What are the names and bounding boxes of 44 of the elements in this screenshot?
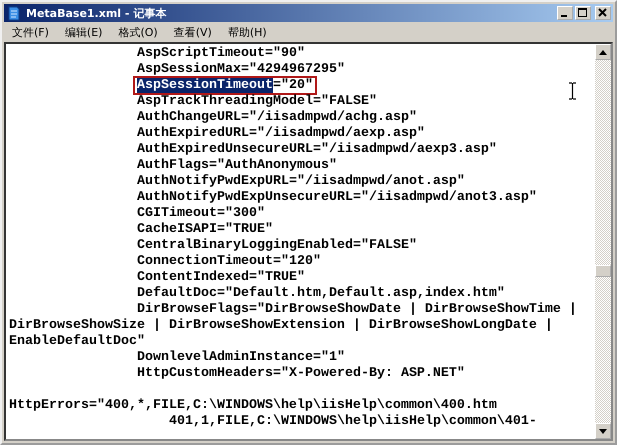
maximize-icon	[578, 8, 588, 18]
code-line: DirBrowseShowSize | DirBrowseShowExtension | DirBrowseShowLongDate |	[9, 318, 553, 333]
code-line: CGITimeout="300"	[137, 206, 265, 221]
code-line: AuthNotifyPwdExpURL="/iisadmpwd/anot.asp"	[137, 174, 465, 189]
code-line: CacheISAPI="TRUE"	[137, 222, 273, 237]
code-line: ConnectionTimeout="120"	[137, 254, 321, 269]
menu-item[interactable]: 文件(F)	[6, 24, 55, 40]
code-line: AuthExpiredURL="/iisadmpwd/aexp.asp"	[137, 126, 425, 141]
vertical-scrollbar[interactable]	[595, 44, 611, 439]
selected-text: AspSessionTimeout	[137, 78, 273, 93]
code-line: ContentIndexed="TRUE"	[137, 270, 305, 285]
code-line: EnableDefaultDoc"	[9, 334, 145, 349]
text-cursor-icon	[568, 82, 577, 100]
code-line: AspScriptTimeout="90"	[137, 46, 305, 61]
scroll-down-button[interactable]	[595, 423, 611, 439]
notepad-icon	[6, 5, 22, 21]
menu-item[interactable]: 帮助(H)	[222, 24, 273, 40]
down-arrow-icon	[599, 428, 607, 434]
menu-item[interactable]: 格式(O)	[112, 24, 164, 40]
scroll-thumb[interactable]	[595, 265, 611, 277]
code-line: DirBrowseFlags="DirBrowseShowDate | DirBrowseShowTime |	[137, 302, 577, 317]
code-line: 401,1,FILE,C:\WINDOWS\help\iisHelp\common\401-	[169, 414, 537, 429]
up-arrow-icon	[599, 50, 607, 54]
code-line: ="20"	[272, 78, 313, 93]
menu-item[interactable]: 编辑(E)	[58, 24, 108, 40]
maximize-button[interactable]	[575, 6, 591, 20]
code-line: DownlevelAdminInstance="1"	[137, 350, 345, 365]
scroll-up-button[interactable]	[595, 44, 611, 60]
minimize-button[interactable]	[557, 6, 573, 20]
code-line: CentralBinaryLoggingEnabled="FALSE"	[137, 238, 417, 253]
code-line: AspSessionMax="4294967295"	[137, 62, 345, 77]
code-line: DefaultDoc="Default.htm,Default.asp,index.htm"	[137, 286, 505, 301]
code-line: HttpErrors="400,*,FILE,C:\WINDOWS\help\iisHelp\common\400.htm	[9, 398, 497, 413]
code-line: AuthChangeURL="/iisadmpwd/achg.asp"	[137, 110, 417, 125]
code-line: AspTrackThreadingModel="FALSE"	[137, 94, 377, 109]
menu-item[interactable]: 查看(V)	[168, 24, 218, 40]
code-line: HttpCustomHeaders="X-Powered-By: ASP.NET"	[137, 366, 465, 381]
minimize-icon	[561, 15, 567, 17]
code-line: AuthExpiredUnsecureURL="/iisadmpwd/aexp3.asp"	[137, 142, 497, 157]
close-button[interactable]	[595, 6, 611, 20]
code-line: AuthNotifyPwdExpUnsecureURL="/iisadmpwd/anot3.asp"	[137, 190, 537, 205]
code-line: AuthFlags="AuthAnonymous"	[137, 158, 337, 173]
close-icon	[598, 8, 608, 18]
window-title: MetaBase1.xml - 记事本	[26, 6, 168, 20]
